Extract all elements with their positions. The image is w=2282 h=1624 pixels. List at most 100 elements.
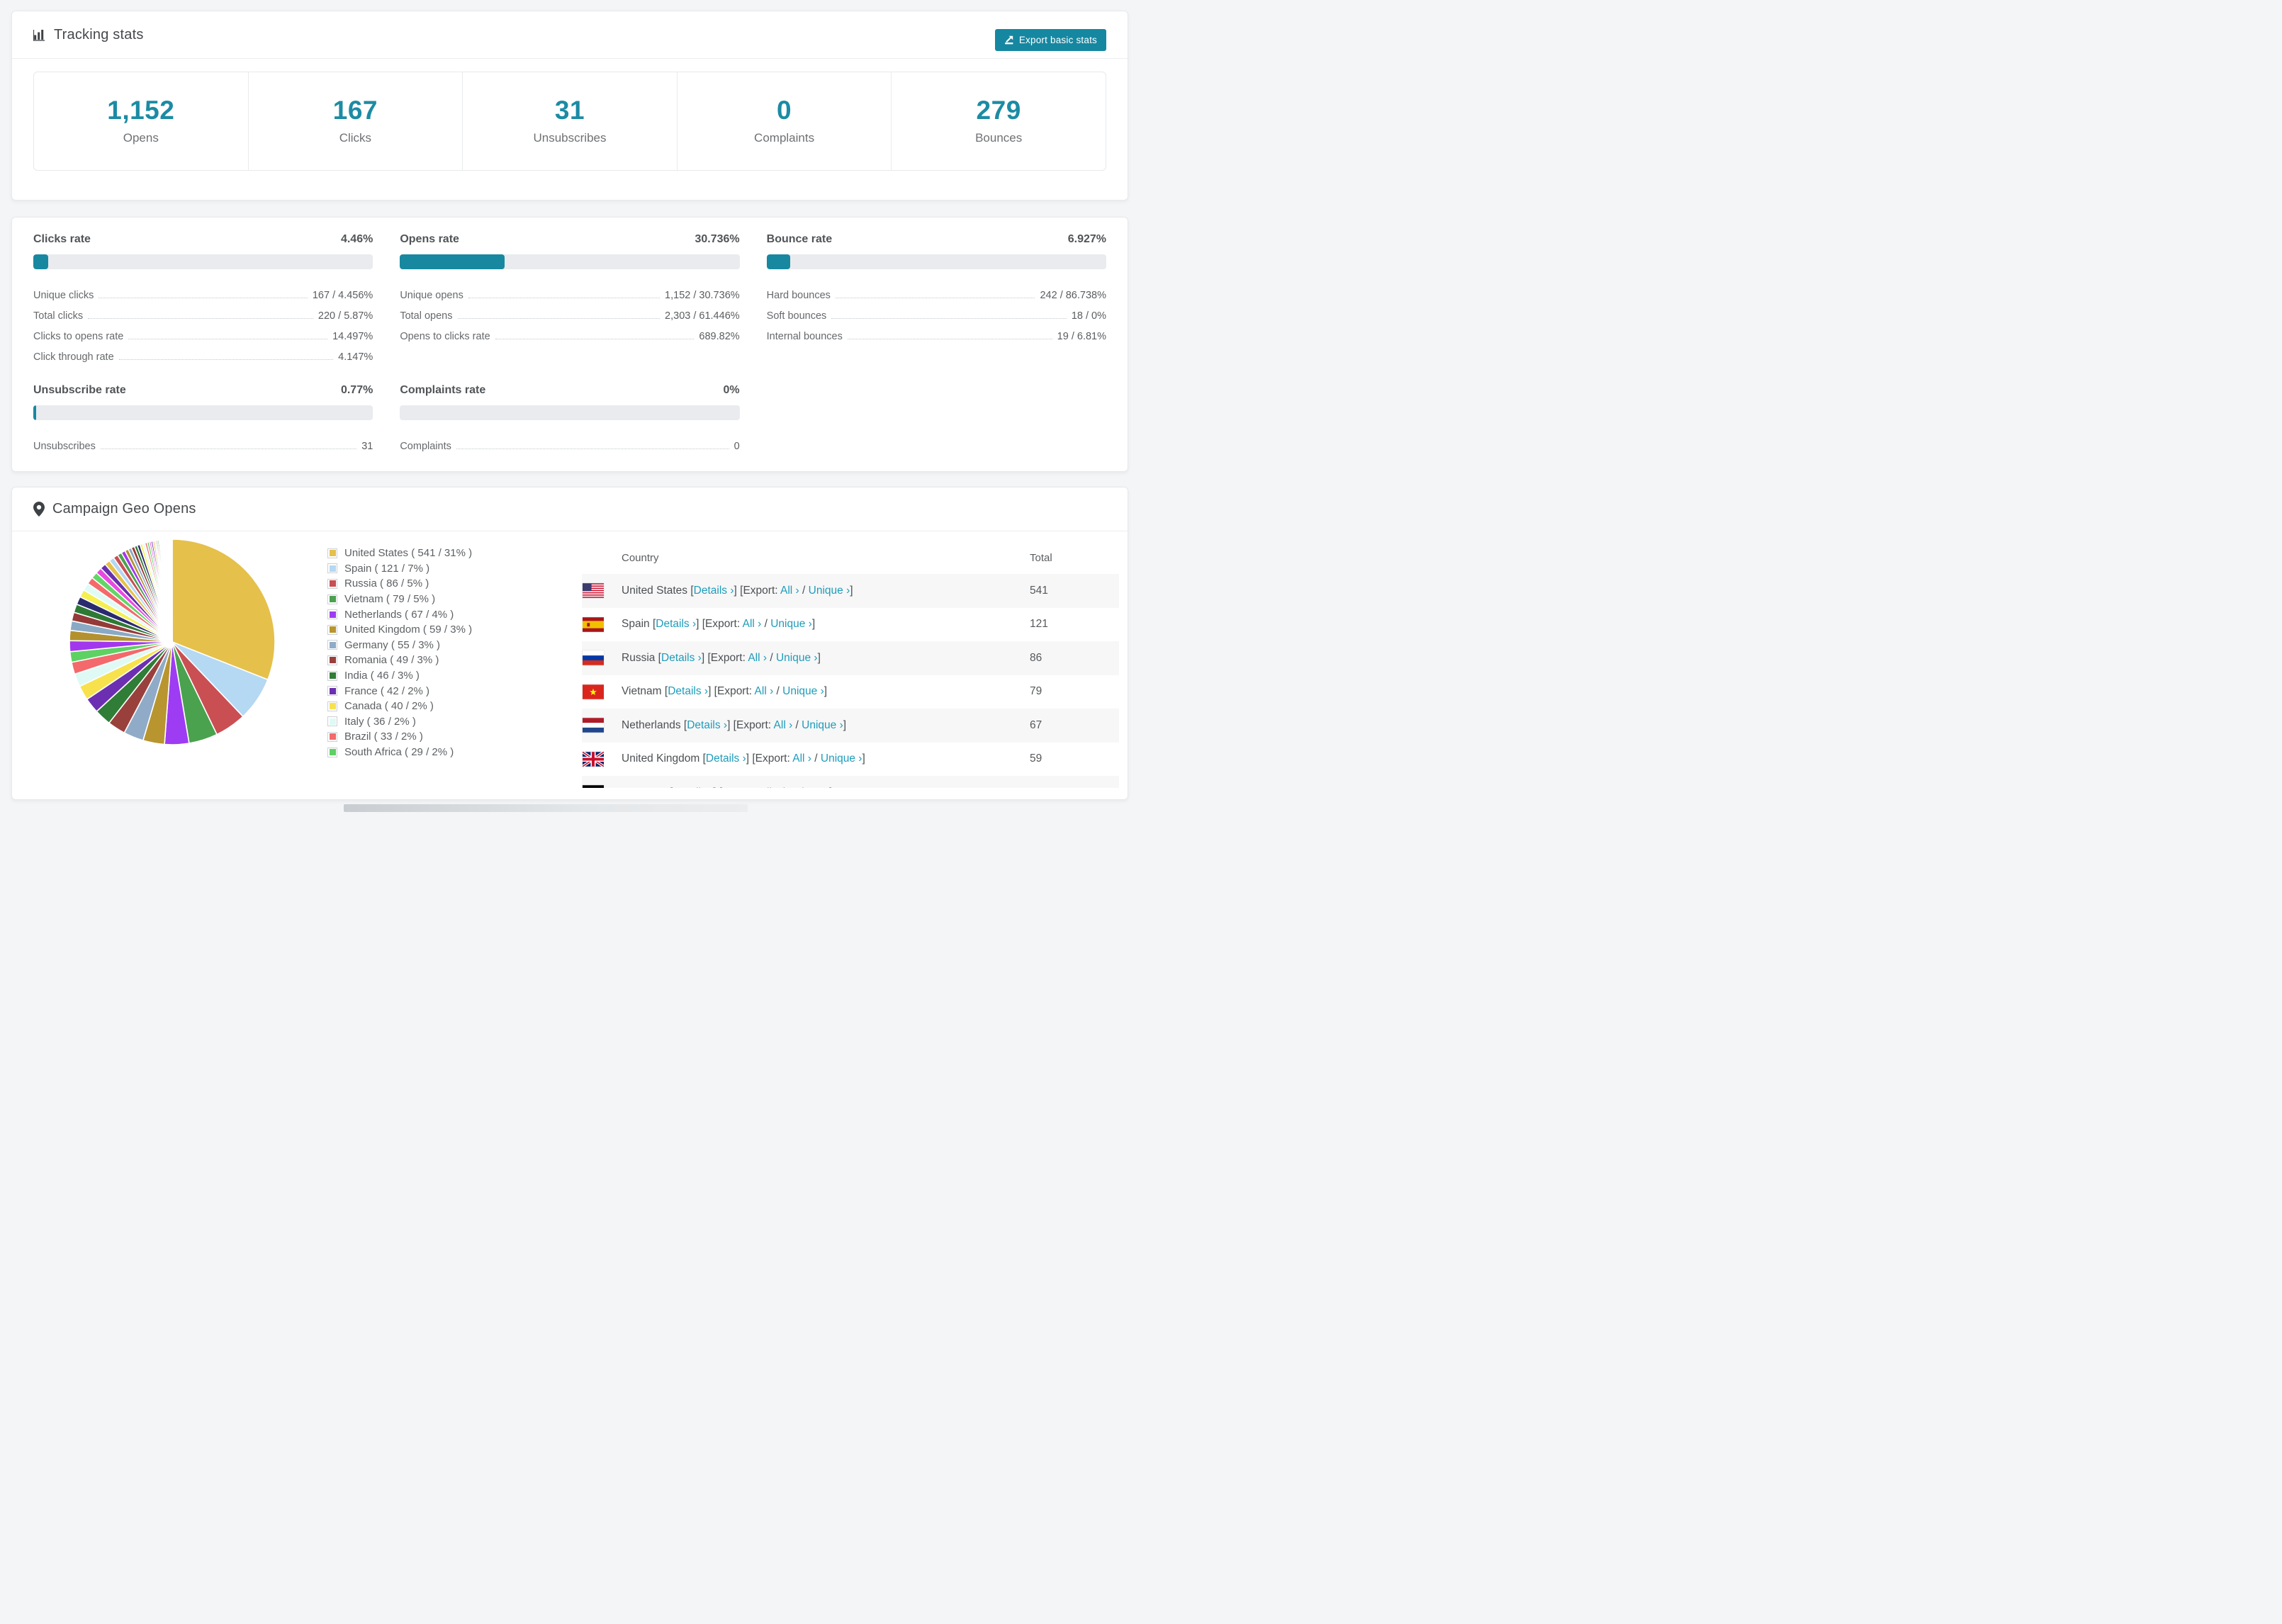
details-link[interactable]: Details › [706, 752, 746, 765]
legend-item[interactable]: Germany ( 55 / 3% ) [327, 638, 472, 653]
stat-value: 18 / 0% [1071, 310, 1106, 322]
stat-line: Hard bounces 242 / 86.738% [767, 281, 1106, 301]
export-all-link[interactable]: All › [760, 786, 779, 788]
country-name: United States [ [622, 584, 694, 597]
progress-bar-opens [400, 254, 740, 269]
country-name: Vietnam [ [622, 685, 668, 698]
geo-title: Campaign Geo Opens [52, 501, 196, 517]
stat-label: Soft bounces [766, 310, 827, 322]
rate-title: Clicks rate [33, 233, 91, 245]
export-unique-link[interactable]: Unique › [787, 786, 829, 788]
rate-head: Bounce rate 6.927% [767, 233, 1106, 246]
legend-label: Germany ( 55 / 3% ) [344, 638, 441, 651]
export-all-link[interactable]: All › [780, 585, 799, 597]
export-all-link[interactable]: All › [743, 618, 762, 630]
legend-item[interactable]: Canada ( 40 / 2% ) [327, 699, 472, 714]
legend-item[interactable]: Netherlands ( 67 / 4% ) [327, 607, 472, 622]
bracket-text: ] [Export: [727, 718, 774, 731]
total-cell: 86 [1030, 651, 1042, 664]
campaign-geo-opens-card: Campaign Geo Opens United States ( 541 /… [11, 487, 1128, 800]
geo-pie-chart[interactable] [67, 537, 277, 747]
rate-head: Unsubscribe rate 0.77% [33, 384, 373, 397]
legend-item[interactable]: United States ( 541 / 31% ) [327, 546, 472, 561]
summary-cell-unsubscribes: 31 Unsubscribes [463, 72, 678, 170]
stat-value: 689.82% [699, 331, 740, 342]
progress-bar-fill [33, 405, 36, 420]
bracket-text: ] [Export: [708, 685, 755, 698]
details-link[interactable]: Details › [673, 786, 713, 788]
legend-item[interactable]: Italy ( 36 / 2% ) [327, 714, 472, 730]
legend-item[interactable]: India ( 46 / 3% ) [327, 668, 472, 684]
export-unique-link[interactable]: Unique › [776, 652, 818, 664]
export-unique-link[interactable]: Unique › [809, 585, 850, 597]
legend-label: Russia ( 86 / 5% ) [344, 577, 429, 590]
details-link[interactable]: Details › [668, 685, 708, 697]
stat-line: Total opens 2,303 / 61.446% [400, 301, 739, 322]
legend-swatch [327, 747, 337, 757]
table-row-nl: Netherlands [Details ›] [Export: All › /… [582, 709, 1119, 743]
export-all-link[interactable]: All › [792, 752, 811, 765]
export-all-link[interactable]: All › [748, 652, 767, 664]
legend-swatch [327, 701, 337, 711]
progress-bar-complaints [400, 405, 740, 420]
country-cell: United Kingdom [Details ›] [Export: All … [622, 752, 1030, 765]
dotted-leader [457, 318, 661, 319]
legend-item[interactable]: United Kingdom ( 59 / 3% ) [327, 622, 472, 638]
rate-rows: Complaints 0 [400, 432, 739, 452]
map-pin-icon [33, 502, 45, 517]
stat-line: Clicks to opens rate 14.497% [33, 322, 373, 342]
export-basic-stats-button[interactable]: Export basic stats [994, 28, 1106, 51]
legend-item[interactable]: Spain ( 121 / 7% ) [327, 561, 472, 577]
bracket-text: ] [Export: [734, 584, 781, 597]
export-unique-link[interactable]: Unique › [802, 719, 843, 731]
details-link[interactable]: Details › [687, 719, 727, 731]
tracking-stats-card: Tracking stats Export basic stats 1,152 O… [11, 11, 1128, 201]
stat-label: Unique clicks [33, 290, 94, 301]
country-cell: Vietnam [Details ›] [Export: All › / Uni… [622, 685, 1030, 698]
bar-chart-icon [33, 28, 46, 41]
country-cell: Spain [Details ›] [Export: All › / Uniqu… [622, 618, 1030, 631]
summary-label: Unsubscribes [533, 131, 607, 145]
legend-item[interactable]: Vietnam ( 79 / 5% ) [327, 592, 472, 607]
stat-line: Unique opens 1,152 / 30.736% [400, 281, 739, 301]
details-link[interactable]: Details › [694, 585, 734, 597]
rates-card: Clicks rate 4.46% Unique clicks 167 / 4.456… [11, 217, 1128, 472]
stat-line: Soft bounces 18 / 0% [767, 301, 1106, 322]
legend-item[interactable]: France ( 42 / 2% ) [327, 683, 472, 699]
legend-label: United Kingdom ( 59 / 3% ) [344, 624, 473, 636]
vn-flag-icon [583, 684, 604, 699]
legend-item[interactable]: South Africa ( 29 / 2% ) [327, 745, 472, 760]
legend-item[interactable]: Romania ( 49 / 3% ) [327, 653, 472, 668]
horizontal-scrollbar[interactable] [344, 804, 748, 812]
stat-line: Opens to clicks rate 689.82% [400, 322, 739, 342]
summary-label: Opens [123, 131, 159, 145]
total-cell: 67 [1030, 718, 1042, 731]
rate-title: Unsubscribe rate [33, 384, 126, 396]
stat-value: 2,303 / 61.446% [665, 310, 740, 322]
legend-item[interactable]: Russia ( 86 / 5% ) [327, 576, 472, 592]
details-link[interactable]: Details › [661, 652, 702, 664]
bracket-text: ] [824, 685, 828, 698]
export-unique-link[interactable]: Unique › [782, 685, 824, 697]
bracket-text: ] [850, 584, 853, 597]
stat-value: 220 / 5.87% [317, 310, 373, 322]
export-unique-link[interactable]: Unique › [821, 752, 862, 765]
summary-row: 1,152 Opens 167 Clicks 31 Unsubscribes 0 Compla… [33, 72, 1106, 171]
stat-label: Total opens [400, 310, 453, 322]
export-all-link[interactable]: All › [755, 685, 774, 697]
legend-swatch [327, 670, 337, 681]
stat-value: 167 / 4.456% [312, 290, 373, 301]
details-link[interactable]: Details › [656, 618, 696, 630]
rate-block-bounce: Bounce rate 6.927% Hard bounces 242 / 86.73… [766, 233, 1106, 363]
gb-flag-icon [583, 751, 604, 767]
export-all-link[interactable]: All › [774, 719, 793, 731]
table-row-vn: Vietnam [Details ›] [Export: All › / Uni… [582, 675, 1119, 709]
legend-label: Romania ( 49 / 3% ) [344, 654, 439, 667]
legend-item[interactable]: Brazil ( 33 / 2% ) [327, 729, 472, 745]
separator-text: / [792, 718, 802, 731]
stat-value: 4.147% [338, 351, 373, 363]
rates-grid: Clicks rate 4.46% Unique clicks 167 / 4.456… [12, 218, 1128, 468]
export-unique-link[interactable]: Unique › [770, 618, 812, 630]
stat-label: Complaints [400, 441, 451, 452]
stat-line: Unsubscribes 31 [33, 432, 373, 452]
